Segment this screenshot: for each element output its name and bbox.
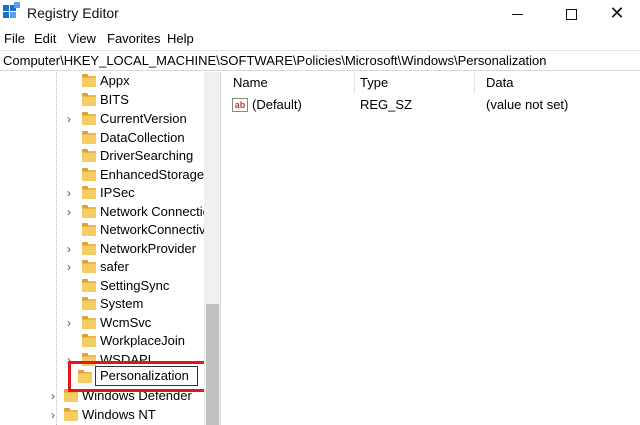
title-bar: Registry Editor ✕ [0,0,640,29]
values-list: Name Type Data ab (Default) REG_SZ (valu… [222,72,640,425]
tree-item[interactable]: NetworkConnectivi [0,221,208,239]
scrollbar-thumb[interactable] [206,304,219,425]
tree-item[interactable]: DataCollection [0,129,204,147]
value-name[interactable]: (Default) [252,96,302,114]
maximize-icon [565,8,577,20]
value-data: (value not set) [486,97,569,112]
folder-icon [64,389,78,402]
tree-item-label: System [100,296,144,311]
tree-item-label: Network Connectic [100,204,210,219]
tree-item-label: WorkplaceJoin [100,333,186,348]
tree-item-label: BITS [100,92,129,107]
folder-icon [82,149,96,162]
folder-icon [82,279,96,292]
folder-icon [82,74,96,87]
registry-icon [3,2,20,22]
menu-bar: File Edit View Favorites Help [0,29,640,49]
chevron-right-icon[interactable]: › [64,203,74,221]
folder-icon [82,93,96,106]
tree-item[interactable]: › WcmSvc [0,314,204,332]
chevron-right-icon[interactable]: › [48,387,58,405]
menu-edit[interactable]: Edit [34,31,56,46]
folder-icon [82,316,96,329]
tree-item-label: safer [100,259,129,274]
chevron-right-icon[interactable]: › [64,314,74,332]
tree-item-label: SettingSync [100,278,170,293]
address-bar[interactable]: Computer\HKEY_LOCAL_MACHINE\SOFTWARE\Pol… [0,50,640,71]
menu-file[interactable]: File [4,31,25,46]
tree-item-label: WcmSvc [100,315,152,330]
tree-item-label: NetworkConnectivi [100,222,209,237]
tree-item[interactable]: › safer [0,258,204,276]
menu-favorites[interactable]: Favorites [107,31,160,46]
tree-item[interactable]: WorkplaceJoin [0,332,204,350]
folder-icon [82,297,96,310]
tree-item-label: CurrentVersion [100,111,187,126]
folder-icon [82,205,96,218]
folder-icon [82,186,96,199]
tree-item-label: IPSec [100,185,135,200]
folder-icon [82,334,96,347]
folder-icon [82,131,96,144]
close-button[interactable]: ✕ [594,0,640,29]
key-tree: Appx BITS › CurrentVersion DataCollectio… [0,72,221,425]
tree-item[interactable]: › NetworkProvider [0,240,204,258]
window-title: Registry Editor [27,5,119,21]
string-value-icon: ab [232,98,248,112]
tree-item-label: NetworkProvider [100,241,197,256]
tree-item[interactable]: › Network Connectic [0,203,209,221]
tree-item[interactable]: › Windows NT [0,406,204,424]
menu-help[interactable]: Help [167,31,194,46]
chevron-right-icon[interactable]: › [64,110,74,128]
column-header-data[interactable]: Data [475,72,640,94]
tree-item[interactable]: DriverSearching [0,147,204,165]
highlight-box [68,361,208,392]
folder-icon [82,168,96,181]
chevron-right-icon[interactable]: › [64,184,74,202]
folder-icon [82,223,96,236]
maximize-button[interactable] [548,0,594,29]
tree-item-label: DataCollection [100,130,185,145]
folder-icon [64,408,78,421]
tree-item[interactable]: SettingSync [0,277,204,295]
tree-item[interactable]: › IPSec [0,184,204,202]
tree-item-label: EnhancedStorageD [100,167,214,182]
column-header-name[interactable]: Name [222,72,355,94]
tree-item[interactable]: › CurrentVersion [0,110,204,128]
close-icon: ✕ [609,3,625,23]
menu-view[interactable]: View [68,31,96,46]
chevron-right-icon[interactable]: › [48,406,58,424]
tree-item[interactable]: System [0,295,204,313]
minimize-icon [511,13,523,15]
tree-item-label: DriverSearching [100,148,194,163]
folder-icon [82,112,96,125]
tree-scrollbar[interactable] [204,72,220,425]
value-type: REG_SZ [360,97,413,112]
folder-icon [82,260,96,273]
tree-item[interactable]: EnhancedStorageD [0,166,213,184]
tree-item-label: Windows NT [82,407,156,422]
tree-item[interactable]: Appx [0,72,204,90]
minimize-button[interactable] [494,0,540,29]
folder-icon [82,242,96,255]
tree-item[interactable]: BITS [0,91,204,109]
tree-item-label: Appx [100,73,130,88]
column-header-type[interactable]: Type [349,72,475,94]
chevron-right-icon[interactable]: › [64,258,74,276]
chevron-right-icon[interactable]: › [64,240,74,258]
